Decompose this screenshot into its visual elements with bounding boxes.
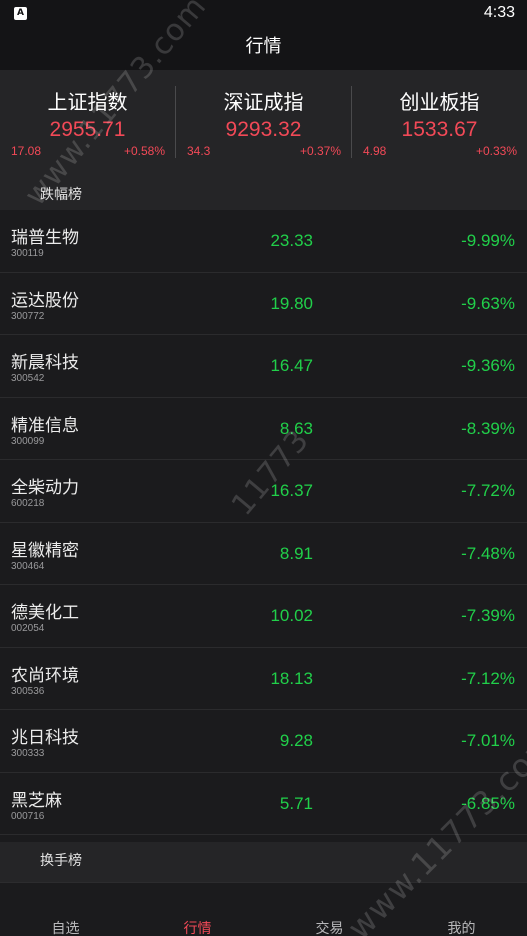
tab-label: 自选 [51, 921, 80, 936]
stock-name: 瑞普生物 [11, 228, 79, 248]
stock-change-percent: -7.01% [461, 731, 515, 750]
losers-section-header[interactable]: 跌幅榜 [0, 176, 527, 210]
stock-code: 600218 [11, 498, 45, 509]
stock-row[interactable]: 农尚环境 300536 18.13 -7.12% [0, 647, 527, 710]
stock-code: 300119 [11, 248, 44, 259]
stock-name: 兆日科技 [11, 728, 79, 748]
stock-change-percent: -7.48% [461, 543, 515, 563]
page-title: 行情 [245, 36, 282, 57]
stock-price: 18.13 [270, 668, 313, 688]
index-change: 17.08 [11, 144, 42, 158]
tab-label: 行情 [183, 921, 212, 936]
stock-change-percent: -7.72% [461, 481, 515, 500]
stock-price: 23.33 [270, 231, 313, 250]
index-percent: +0.33% [475, 144, 517, 158]
stock-code: 300542 [11, 373, 45, 384]
stock-price: 5.71 [279, 793, 313, 813]
stock-change-percent: -7.39% [461, 606, 515, 625]
stock-row[interactable]: 兆日科技 300333 9.28 -7.01% [0, 710, 527, 773]
page-header: 行情 [0, 28, 527, 70]
stock-row[interactable]: 星徽精密 300464 8.91 -7.48% [0, 522, 527, 585]
stock-change-percent: -9.63% [461, 293, 515, 313]
index-value: 1533.67 [401, 118, 478, 141]
stock-price: 19.80 [270, 293, 313, 313]
index-change: 34.3 [187, 144, 211, 158]
index-name: 深证成指 [223, 90, 304, 114]
index-value: 9293.32 [225, 118, 302, 141]
stock-name: 星徽精密 [11, 540, 79, 561]
stock-row[interactable]: 瑞普生物 300119 23.33 -9.99% [0, 210, 527, 273]
stock-name: 全柴动力 [11, 478, 79, 498]
stock-row[interactable]: 运达股份 300772 19.80 -9.63% [0, 272, 527, 335]
stock-name: 农尚环境 [11, 665, 79, 686]
stock-code: 300536 [11, 685, 45, 697]
stock-name: 德美化工 [11, 603, 79, 623]
stock-list: 瑞普生物 300119 23.33 -9.99% 运达股份 300772 19.… [0, 210, 527, 835]
stock-change-percent: -9.99% [461, 231, 515, 250]
stock-code: 300772 [11, 310, 45, 322]
stock-name: 黑芝麻 [11, 790, 62, 811]
stock-price: 16.47 [270, 356, 313, 375]
stock-name: 新晨科技 [11, 353, 79, 373]
stock-price: 9.28 [279, 731, 313, 750]
app-notification-icon: A [14, 7, 27, 20]
stock-change-percent: -7.12% [461, 668, 515, 688]
stock-code: 300333 [11, 748, 45, 759]
index-change: 4.98 [363, 144, 387, 158]
stock-row[interactable]: 德美化工 002054 10.02 -7.39% [0, 585, 527, 648]
stock-change-percent: -8.39% [461, 418, 515, 438]
tab-market[interactable]: 行情 [132, 883, 263, 936]
stock-price: 10.02 [270, 606, 313, 625]
stock-code: 002054 [11, 623, 45, 634]
stock-price: 8.91 [279, 543, 313, 563]
stock-code: 000716 [11, 810, 45, 822]
stock-code: 300464 [11, 560, 45, 572]
stock-change-percent: -9.36% [461, 356, 515, 375]
stock-code: 300099 [11, 435, 45, 447]
status-time: 4:33 [483, 4, 515, 21]
index-card-chinext[interactable]: 创业板指 1533.67 4.98 +0.33% [352, 70, 527, 176]
stock-row[interactable]: 新晨科技 300542 16.47 -9.36% [0, 335, 527, 398]
index-card-shenzhen[interactable]: 深证成指 9293.32 34.3 +0.37% [176, 70, 351, 176]
stock-name: 运达股份 [11, 290, 79, 311]
index-percent: +0.37% [299, 144, 341, 158]
bottom-tab-bar: 自选 行情 交易 我的 [0, 882, 527, 936]
tab-label: 我的 [447, 921, 476, 936]
tab-watchlist[interactable]: 自选 [0, 883, 131, 936]
section-title: 换手榜 [40, 853, 82, 869]
index-percent: +0.58% [123, 144, 165, 158]
index-name: 创业板指 [399, 90, 480, 114]
stock-row[interactable]: 精准信息 300099 8.63 -8.39% [0, 397, 527, 460]
stock-name: 精准信息 [11, 415, 79, 436]
status-bar: A 4:33 [0, 0, 527, 28]
